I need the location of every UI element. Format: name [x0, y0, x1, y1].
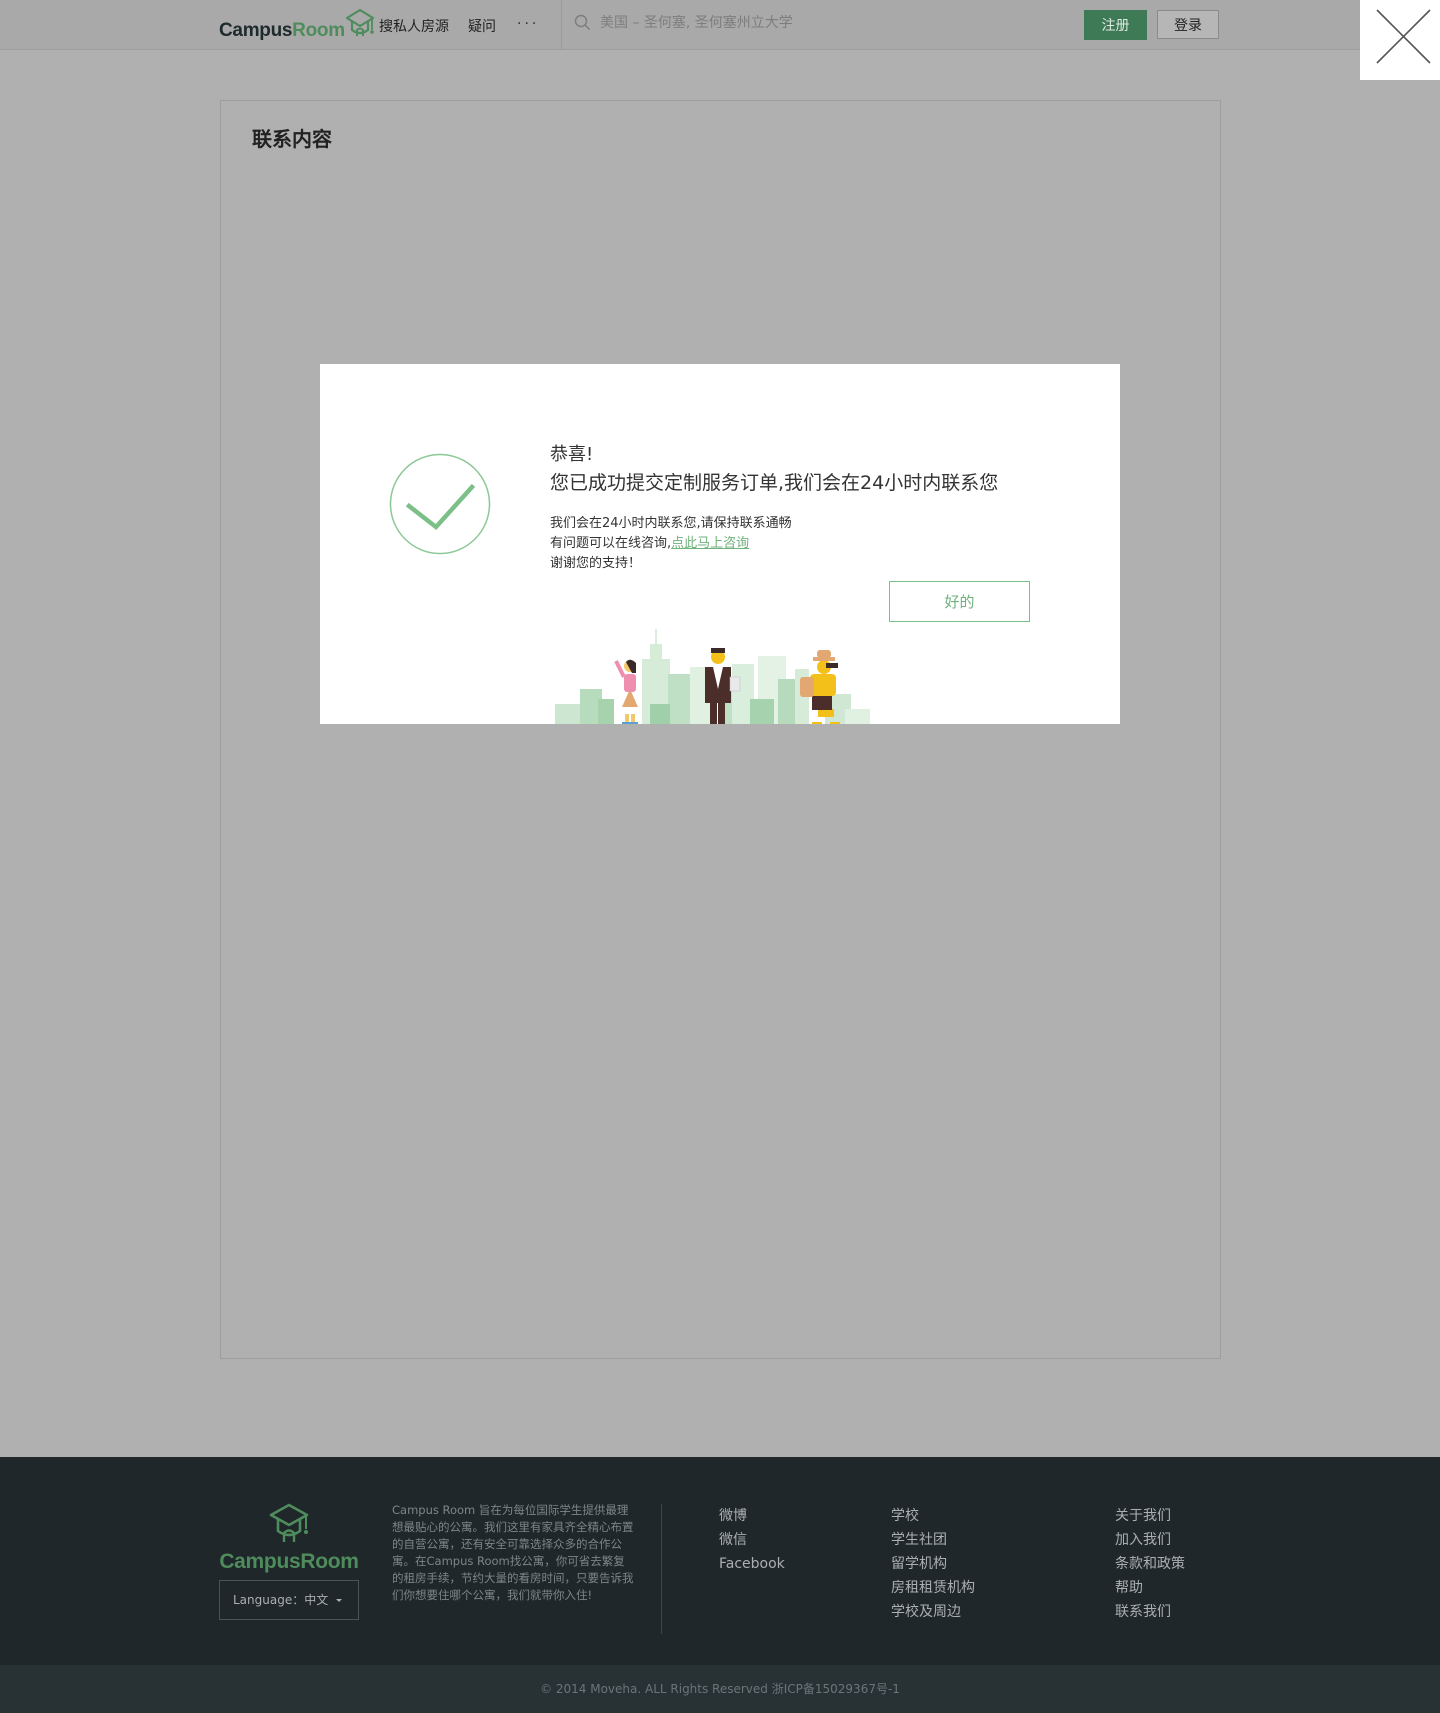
nav-more-button[interactable]: ··· [517, 16, 539, 36]
footer-link-contact-us[interactable]: 联系我们 [1115, 1603, 1185, 1621]
register-button[interactable]: 注册 [1084, 10, 1147, 40]
nav-faq[interactable]: 疑问 [468, 16, 496, 36]
overlay-close-button[interactable] [1360, 0, 1440, 80]
language-selector[interactable]: Language：中文 [219, 1580, 359, 1620]
login-button[interactable]: 登录 [1157, 10, 1219, 39]
congrats-text: 恭喜! [550, 444, 594, 465]
footer-school-links: 学校 学生社团 留学机构 房租租赁机构 学校及周边 [891, 1507, 975, 1621]
language-label: Language：中文 [233, 1593, 329, 1607]
main-nav: 搜私人房源 疑问 ··· [379, 16, 539, 36]
campusroom-logo[interactable]: CampusRoom [219, 6, 376, 42]
caret-down-icon [336, 1599, 343, 1602]
search-input[interactable] [600, 14, 980, 31]
search-bar [574, 14, 980, 31]
footer-social-links: 微博 微信 Facebook [719, 1507, 785, 1573]
info-line-1: 我们会在24小时内联系您,请保持联系通畅 [550, 516, 792, 531]
footer-about: Campus Room 旨在为每位国际学生提供最理想最贴心的公寓。我们这里有家具… [392, 1503, 634, 1602]
page-title: 联系内容 [252, 127, 332, 151]
info-line-2-text: 有问题可以在线咨询, [550, 536, 672, 551]
footer-link-student-clubs[interactable]: 学生社团 [891, 1531, 975, 1549]
footer-link-facebook[interactable]: Facebook [719, 1555, 785, 1573]
footer-link-help[interactable]: 帮助 [1115, 1579, 1185, 1597]
footer-logo-text: CampusRoom [219, 1550, 359, 1573]
close-icon [1376, 9, 1431, 64]
info-line-2: 有问题可以在线咨询,点此马上咨询 [550, 534, 792, 554]
footer-link-study-abroad-agencies[interactable]: 留学机构 [891, 1555, 975, 1573]
copyright-bar: © 2014 Moveha. ALL Rights Reserved 浙ICP备… [0, 1665, 1440, 1713]
ok-button[interactable]: 好的 [889, 581, 1030, 622]
consult-link[interactable]: 点此马上咨询 [671, 536, 749, 551]
top-header: CampusRoom 搜私人房源 疑问 ··· 注册 登录 [0, 0, 1440, 50]
footer-link-about-us[interactable]: 关于我们 [1115, 1507, 1185, 1525]
footer-link-school-surroundings[interactable]: 学校及周边 [891, 1603, 975, 1621]
footer-link-terms[interactable]: 条款和政策 [1115, 1555, 1185, 1573]
header-divider [561, 0, 562, 49]
info-line-3: 谢谢您的支持！ [550, 556, 642, 571]
logo-wordmark: CampusRoom [219, 20, 345, 41]
footer-link-wechat[interactable]: 微信 [719, 1531, 785, 1549]
success-info: 我们会在24小时内联系您,请保持联系通畅 有问题可以在线咨询,点此马上咨询 谢谢… [550, 514, 792, 574]
footer-link-rental-agencies[interactable]: 房租租赁机构 [891, 1579, 975, 1597]
search-icon [574, 14, 591, 31]
footer-company-links: 关于我们 加入我们 条款和政策 帮助 联系我们 [1115, 1507, 1185, 1621]
footer-logo[interactable]: CampusRoom [219, 1501, 359, 1574]
footer-logo-cap-icon [269, 1503, 309, 1542]
site-footer: CampusRoom Language：中文 Campus Room 旨在为每位… [0, 1457, 1440, 1665]
city-people-illustration [555, 629, 870, 724]
success-modal: 恭喜! 您已成功提交定制服务订单,我们会在24小时内联系您 我们会在24小时内联… [320, 364, 1120, 724]
nav-search-rooms[interactable]: 搜私人房源 [379, 16, 449, 36]
footer-link-join-us[interactable]: 加入我们 [1115, 1531, 1185, 1549]
footer-divider [661, 1504, 662, 1634]
footer-link-schools[interactable]: 学校 [891, 1507, 975, 1525]
success-headline: 您已成功提交定制服务订单,我们会在24小时内联系您 [550, 472, 999, 494]
checkmark-icon [389, 453, 491, 555]
footer-link-weibo[interactable]: 微博 [719, 1507, 785, 1525]
contact-content-card: 联系内容 [220, 100, 1221, 1359]
logo-graduation-cap-icon [345, 8, 374, 36]
